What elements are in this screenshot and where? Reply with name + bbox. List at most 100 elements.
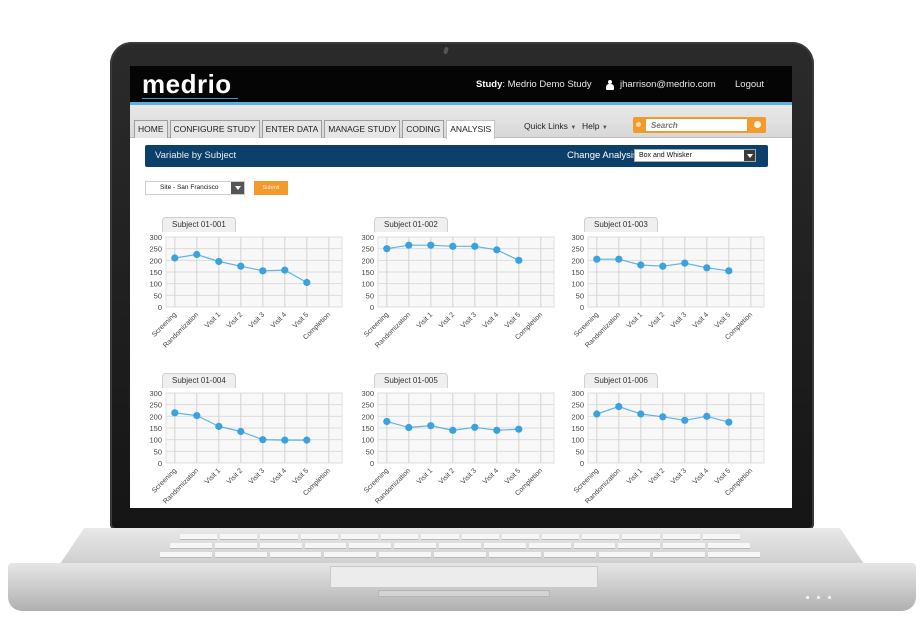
y-tick-label: 200: [361, 256, 374, 265]
y-tick-label: 250: [149, 245, 162, 254]
y-tick-label: 50: [366, 291, 374, 300]
chart-title-tab[interactable]: Subject 01-001: [162, 217, 236, 232]
y-tick-label: 250: [571, 245, 584, 254]
x-tick-label: Visit 2: [438, 311, 456, 329]
data-point: [725, 267, 733, 275]
chart-title-tab[interactable]: Subject 01-005: [374, 373, 448, 388]
y-tick-label: 0: [370, 303, 374, 312]
site-select[interactable]: Site - San Francisco: [145, 181, 245, 195]
chart-title-tab[interactable]: Subject 01-002: [374, 217, 448, 232]
chart-title-tab[interactable]: Subject 01-003: [584, 217, 658, 232]
data-point: [703, 412, 711, 420]
search-icon[interactable]: [754, 121, 761, 128]
data-point: [725, 418, 733, 426]
y-tick-label: 50: [366, 447, 374, 456]
line-chart: 050100150200250300ScreeningRandomization…: [361, 389, 555, 505]
tab-manage-study[interactable]: MANAGE STUDY: [324, 120, 401, 138]
tab-home[interactable]: HOME: [134, 120, 168, 138]
tab-enter-data[interactable]: ENTER DATA: [261, 120, 323, 138]
y-tick-label: 300: [571, 389, 584, 398]
x-tick-label: Visit 2: [226, 311, 244, 329]
x-tick-label: Visit 3: [248, 311, 266, 329]
status-lights: [806, 596, 831, 599]
site-select-value: Site - San Francisco: [160, 184, 219, 191]
y-tick-label: 0: [580, 459, 584, 468]
chart-title-tab[interactable]: Subject 01-004: [162, 373, 236, 388]
x-tick-label: Visit 2: [226, 467, 244, 485]
keyboard-key: [483, 543, 526, 549]
data-point: [681, 416, 689, 424]
medrio-logo[interactable]: medrio: [142, 69, 232, 100]
trackpad: [330, 566, 598, 588]
analysis-type-select[interactable]: Box and Whisker: [634, 149, 756, 162]
y-tick-label: 0: [580, 303, 584, 312]
keyboard-key: [543, 552, 596, 558]
search-options-icon[interactable]: [636, 122, 641, 127]
x-tick-label: Visit 5: [504, 311, 522, 329]
keyboard-key: [421, 534, 459, 540]
keyboard-key: [488, 552, 541, 558]
y-tick-label: 150: [571, 424, 584, 433]
data-point: [615, 255, 623, 263]
subject-chart: Subject 01-006 0 50 100 150 200 250 300 Screeni…: [566, 373, 771, 508]
y-tick-label: 50: [576, 447, 584, 456]
x-tick-label: Visit 5: [504, 467, 522, 485]
tab-configure-study[interactable]: CONFIGURE STUDY: [169, 120, 260, 138]
dropdown-arrow-icon: [231, 182, 244, 194]
x-tick-label: Visit 1: [204, 311, 222, 329]
data-point: [449, 426, 457, 434]
search-input[interactable]: [646, 119, 747, 131]
keyboard-key: [381, 534, 419, 540]
quick-links-menu[interactable]: Quick Links ▼: [524, 121, 576, 131]
keyboard-key: [324, 552, 377, 558]
line-chart: 050100150200250300ScreeningRandomization…: [571, 233, 765, 349]
keyboard-key: [394, 543, 437, 549]
y-tick-label: 100: [149, 436, 162, 445]
chart-title-tab[interactable]: Subject 01-006: [584, 373, 658, 388]
keyboard-key: [160, 552, 212, 558]
keyboard-key: [622, 534, 660, 540]
data-point: [171, 409, 179, 417]
data-point: [303, 278, 311, 287]
keyboard-key: [269, 552, 322, 558]
app-header: medrio Study: Medrio Demo Study jharriso…: [130, 66, 792, 102]
analysis-type-value: Box and Whisker: [639, 152, 692, 159]
line-chart: 050100150200250300ScreeningRandomization…: [571, 389, 765, 505]
data-point: [237, 262, 245, 270]
tab-coding[interactable]: CODING: [402, 120, 445, 138]
data-point: [237, 427, 245, 436]
help-menu[interactable]: Help ▼: [582, 121, 608, 131]
keyboard-key: [259, 543, 302, 549]
submit-button[interactable]: Submit: [254, 181, 288, 195]
data-point: [303, 436, 311, 444]
data-point: [193, 250, 201, 259]
keyboard-key: [260, 534, 298, 540]
y-tick-label: 200: [571, 412, 584, 421]
data-point: [471, 242, 479, 250]
x-tick-label: Visit 3: [460, 467, 478, 485]
key-row: [170, 543, 750, 549]
data-point: [171, 254, 179, 262]
keyboard-key: [541, 534, 580, 540]
line-chart: 050100150200250300ScreeningRandomization…: [149, 233, 343, 349]
data-point: [593, 255, 601, 263]
y-tick-label: 300: [149, 233, 162, 242]
y-tick-label: 100: [361, 436, 374, 445]
subject-chart: Subject 01-001 0 50 100 150 200 250 300 Screeni…: [144, 217, 349, 357]
x-tick-label: Visit 1: [626, 467, 644, 485]
keyboard-key: [434, 552, 486, 558]
y-tick-label: 50: [154, 291, 162, 300]
data-point: [281, 266, 289, 274]
keyboard-key: [653, 552, 706, 558]
data-point: [471, 423, 479, 431]
data-point: [215, 422, 223, 430]
logout-link[interactable]: Logout: [735, 79, 764, 90]
data-point: [193, 412, 201, 420]
x-tick-label: Visit 4: [692, 311, 710, 329]
data-point: [449, 242, 457, 250]
data-point: [637, 410, 645, 418]
tab-analysis[interactable]: ANALYSIS: [446, 120, 496, 139]
y-tick-label: 100: [571, 280, 584, 289]
user-account[interactable]: jharrison@medrio.com: [606, 79, 716, 90]
study-label: Study: [476, 79, 503, 90]
